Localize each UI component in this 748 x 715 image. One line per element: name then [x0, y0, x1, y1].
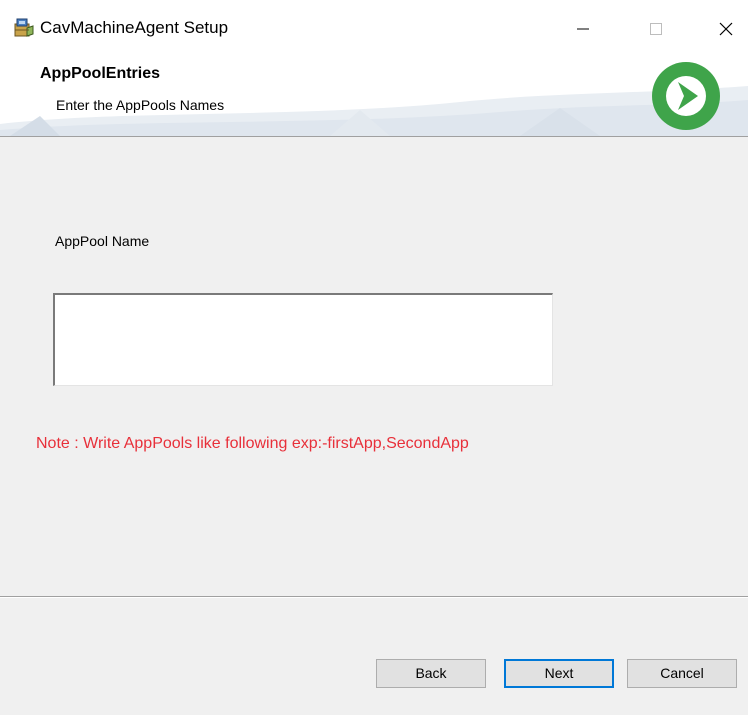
apppool-name-input[interactable]	[53, 293, 553, 386]
maximize-button[interactable]	[633, 10, 679, 48]
footer-divider	[0, 596, 748, 598]
close-button[interactable]	[703, 10, 748, 48]
title-bar[interactable]: CavMachineAgent Setup	[0, 0, 748, 52]
header-banner: AppPoolEntries Enter the AppPools Names	[0, 52, 748, 137]
window-title: CavMachineAgent Setup	[40, 18, 229, 37]
page-heading: AppPoolEntries	[40, 65, 161, 82]
cancel-button[interactable]: Cancel	[627, 659, 737, 688]
apppool-name-label: AppPool Name	[55, 233, 150, 249]
cavisson-logo-icon	[650, 60, 722, 132]
back-button[interactable]: Back	[376, 659, 486, 688]
minimize-button[interactable]	[560, 10, 606, 48]
minimize-icon	[577, 28, 589, 30]
next-button[interactable]: Next	[504, 659, 614, 688]
page-subheading: Enter the AppPools Names	[56, 97, 225, 113]
setup-dialog: CavMachineAgent Setup AppPoolEntries Ent…	[0, 0, 748, 715]
format-note: Note : Write AppPools like following exp…	[36, 435, 469, 452]
maximize-icon	[650, 23, 662, 35]
close-icon	[719, 22, 733, 36]
installer-package-icon	[12, 16, 34, 38]
